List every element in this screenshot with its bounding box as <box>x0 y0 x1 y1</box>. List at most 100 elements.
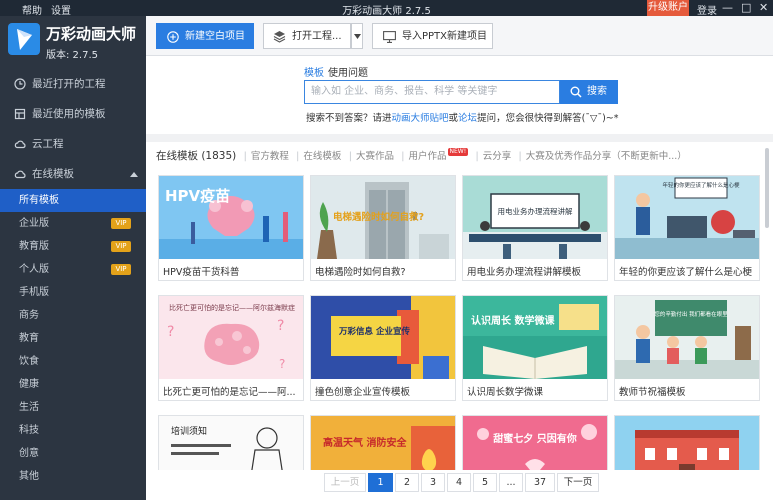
vip-badge: VIP <box>111 241 131 252</box>
template-card[interactable]: 万彩信息 企业宣传 撞色创意企业宣传模板 <box>310 295 456 401</box>
search-area: 模板 使用问题 输入如 企业、商务、报告、科学 等关键字 搜索 搜索不到答案？请… <box>146 56 773 134</box>
search-button[interactable]: 搜索 <box>560 80 618 104</box>
subnav-health[interactable]: 健康 <box>0 373 146 396</box>
page-3-button[interactable]: 3 <box>421 473 445 492</box>
open-project-button[interactable]: 打开工程... <box>263 23 351 49</box>
nav-online-templates[interactable]: 在线模板 <box>0 160 146 188</box>
app-version: 版本: 2.7.5 <box>46 50 98 61</box>
tab-online-templates[interactable]: 在线模板 <box>303 151 341 162</box>
subnav-personal[interactable]: 个人版 VIP <box>0 258 146 281</box>
forum-link[interactable]: 论坛 <box>458 113 477 124</box>
chevron-up-icon[interactable] <box>130 171 138 177</box>
tab-usage-questions[interactable]: 使用问题 <box>328 64 368 79</box>
subnav-education[interactable]: 教育 <box>0 327 146 350</box>
upgrade-account-button[interactable]: 升级账户 <box>647 0 689 16</box>
template-title: 用电业务办理流程讲解模板 <box>467 267 582 278</box>
subnav-other[interactable]: 其他 <box>0 465 146 488</box>
template-card[interactable]: 培训须知 <box>158 415 304 475</box>
subnav-label: 所有模板 <box>19 195 59 206</box>
tab-user-works[interactable]: 用户作品 <box>409 151 447 162</box>
thumb-text: 年轻的你更应该了解什么是心梗 <box>662 181 740 189</box>
vertical-scrollbar[interactable] <box>765 148 769 228</box>
new-blank-project-button[interactable]: 新建空白项目 <box>156 23 254 49</box>
template-thumbnail: ? ? ? 比死亡更可怕的是忘记——阿尔兹海默症 <box>159 296 303 379</box>
thumb-text: 电梯遇险时如何自救? <box>333 211 424 223</box>
app-logo-icon <box>8 23 40 55</box>
template-card[interactable]: HPV疫苗 HPV疫苗干货科普 <box>158 175 304 281</box>
template-thumbnail: 认识周长 数学微课 <box>463 296 607 379</box>
svg-text:?: ? <box>167 324 174 340</box>
page-5-button[interactable]: 5 <box>473 473 497 492</box>
section-header: 在线模板 (1835) | 官方教程 | 在线模板 | 大赛作品 | 用户作品 NEW! … <box>156 148 687 162</box>
new-badge: NEW! <box>447 148 469 156</box>
subnav-life[interactable]: 生活 <box>0 396 146 419</box>
template-card[interactable]: 您的辛勤付出 我们都看在眼里 教师节祝福模板 <box>614 295 760 401</box>
subnav-label: 手机版 <box>19 287 49 298</box>
vip-badge: VIP <box>111 264 131 275</box>
tab-contest-works[interactable]: 大赛作品 <box>356 151 394 162</box>
template-title: 比死亡更可怕的是忘记——阿... <box>163 387 296 398</box>
page-2-button[interactable]: 2 <box>395 473 419 492</box>
thumb-text: 比死亡更可怕的是忘记——阿尔兹海默症 <box>169 303 295 312</box>
page-37-button[interactable]: 37 <box>525 473 555 492</box>
thumb-text: 甜蜜七夕 只因有你 <box>493 432 576 445</box>
nav-label: 云工程 <box>32 138 64 150</box>
template-thumbnail: 年轻的你更应该了解什么是心梗 <box>615 176 759 259</box>
template-card[interactable]: 高温天气 消防安全 <box>310 415 456 475</box>
template-title: 撞色创意企业宣传模板 <box>315 387 411 398</box>
nav-recent-templates[interactable]: 最近使用的模板 <box>0 100 146 128</box>
tab-cloud-share[interactable]: 云分享 <box>483 151 512 162</box>
subnav-business[interactable]: 商务 <box>0 304 146 327</box>
template-card[interactable]: 甜蜜七夕 只因有你 <box>462 415 608 475</box>
nav-recent-projects[interactable]: 最近打开的工程 <box>0 70 146 98</box>
login-link[interactable]: 登录 <box>697 2 717 17</box>
template-thumbnail: 高温天气 消防安全 <box>311 416 455 474</box>
nav-cloud-projects[interactable]: 云工程 <box>0 130 146 158</box>
template-card[interactable]: 用电业务办理流程讲解 用电业务办理流程讲解模板 <box>462 175 608 281</box>
subnav-label: 教育版 <box>19 241 49 252</box>
template-thumbnail: 万彩信息 企业宣传 <box>311 296 455 379</box>
page-1-button[interactable]: 1 <box>368 473 393 492</box>
search-hint: 搜索不到答案？请进动画大师贴吧或论坛提问，您会很快得到解答(¯▽¯)~* <box>306 110 619 124</box>
maximize-icon[interactable]: □ <box>741 1 751 15</box>
search-input[interactable]: 输入如 企业、商务、报告、科学 等关键字 <box>304 80 560 104</box>
minimize-icon[interactable]: — <box>722 1 733 15</box>
tab-contest-share[interactable]: 大赛及优秀作品分享（不断更新中...） <box>526 151 687 162</box>
subnav-all-templates[interactable]: 所有模板 <box>0 189 146 212</box>
prev-page-button[interactable]: 上一页 <box>324 473 366 492</box>
template-thumbnail: HPV疫苗 <box>159 176 303 259</box>
import-pptx-button[interactable]: 导入PPTX新建项目 <box>372 23 493 49</box>
template-thumbnail: 您的辛勤付出 我们都看在眼里 <box>615 296 759 379</box>
page-4-button[interactable]: 4 <box>447 473 471 492</box>
template-card[interactable]: 认识周长 数学微课 认识周长数学微课 <box>462 295 608 401</box>
subnav-label: 个人版 <box>19 264 49 275</box>
tieba-link[interactable]: 动画大师贴吧 <box>392 113 449 124</box>
next-page-button[interactable]: 下一页 <box>557 473 599 492</box>
template-thumbnail: 甜蜜七夕 只因有你 <box>463 416 607 474</box>
template-card[interactable]: 电梯遇险时如何自救? 电梯遇险时如何自救? <box>310 175 456 281</box>
close-icon[interactable]: ✕ <box>759 1 768 15</box>
vip-badge: VIP <box>111 218 131 229</box>
subnav-tech[interactable]: 科技 <box>0 419 146 442</box>
subnav-education-edition[interactable]: 教育版 VIP <box>0 235 146 258</box>
thumb-text: 认识周长 数学微课 <box>471 314 555 327</box>
subnav-enterprise[interactable]: 企业版 VIP <box>0 212 146 235</box>
tab-official-tutorials[interactable]: 官方教程 <box>251 151 289 162</box>
nav-label: 最近打开的工程 <box>32 78 106 90</box>
subnav-label: 健康 <box>19 379 39 390</box>
subnav-label: 其他 <box>19 471 39 482</box>
pagination: 上一页 1 2 3 4 5 ... 37 下一页 <box>146 470 773 500</box>
toolbar: 新建空白项目 打开工程... 导入PPTX新建项目 <box>146 16 773 56</box>
subnav-creative[interactable]: 创意 <box>0 442 146 465</box>
subnav-mobile[interactable]: 手机版 <box>0 281 146 304</box>
open-project-dropdown[interactable] <box>351 23 363 49</box>
title-bar: 帮助 设置 万彩动画大师 2.7.5 升级账户 登录 — □ ✕ <box>0 0 773 17</box>
tab-template[interactable]: 模板 <box>304 64 324 79</box>
subnav-food[interactable]: 饮食 <box>0 350 146 373</box>
template-card[interactable]: ? ? ? 比死亡更可怕的是忘记——阿尔兹海默症 比死亡更可怕的是忘记——阿..… <box>158 295 304 401</box>
template-title: 年轻的你更应该了解什么是心梗 <box>619 267 753 278</box>
hint-text: 或 <box>448 113 459 124</box>
cloud-icon <box>14 170 26 179</box>
template-card[interactable] <box>614 415 760 475</box>
template-card[interactable]: 年轻的你更应该了解什么是心梗 年轻的你更应该了解什么是心梗 <box>614 175 760 281</box>
